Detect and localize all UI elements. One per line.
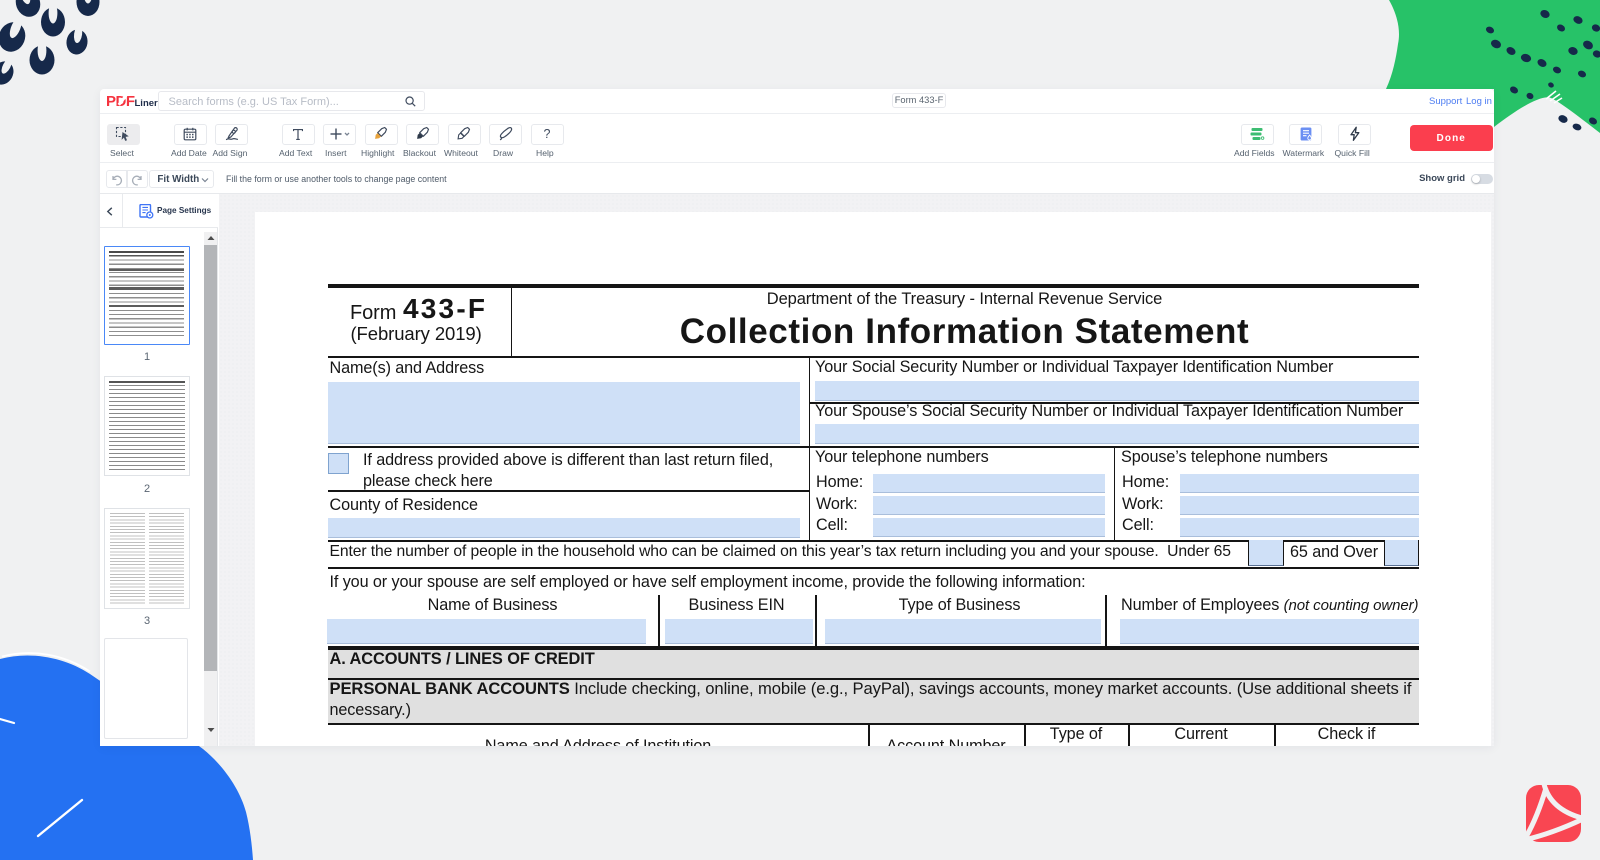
svg-text:?: ? xyxy=(544,127,551,141)
